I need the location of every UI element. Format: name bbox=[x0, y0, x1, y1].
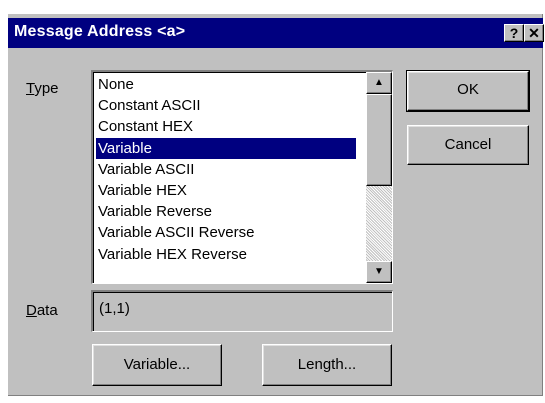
type-listbox[interactable]: None Constant ASCII Constant HEX Variable Va… bbox=[91, 70, 393, 284]
type-list-items: None Constant ASCII Constant HEX Variable Va… bbox=[96, 74, 356, 265]
type-list-item[interactable]: None bbox=[96, 74, 356, 95]
variable-button[interactable]: Variable... bbox=[92, 344, 222, 386]
data-label-rest: ata bbox=[36, 302, 58, 319]
dialog-title: Message Address <a> bbox=[14, 23, 186, 40]
arrow-up-icon: ▲ bbox=[374, 77, 384, 88]
type-label-rest: ype bbox=[34, 80, 59, 97]
arrow-down-icon: ▼ bbox=[374, 266, 384, 277]
list-scrollbar[interactable]: ▲ ▼ bbox=[366, 72, 392, 283]
type-list-item[interactable]: Constant HEX bbox=[96, 116, 356, 137]
data-field[interactable]: (1,1) bbox=[91, 290, 393, 332]
close-icon: ✕ bbox=[528, 25, 540, 41]
scroll-thumb[interactable] bbox=[366, 94, 392, 186]
cancel-button[interactable]: Cancel bbox=[407, 125, 529, 165]
help-icon: ? bbox=[509, 25, 519, 41]
title-bar[interactable]: Message Address <a> ? ✕ bbox=[8, 18, 544, 48]
type-list-item[interactable]: Variable ASCII bbox=[96, 159, 356, 180]
data-label-mnemonic: D bbox=[26, 302, 37, 319]
help-button[interactable]: ? bbox=[504, 24, 524, 42]
close-button[interactable]: ✕ bbox=[524, 24, 544, 42]
type-list-item[interactable]: Variable ASCII Reverse bbox=[96, 222, 356, 243]
type-list-item[interactable]: Variable bbox=[96, 137, 356, 159]
type-list-item[interactable]: Variable Reverse bbox=[96, 201, 356, 222]
type-list-item[interactable]: Variable HEX Reverse bbox=[96, 244, 356, 265]
scroll-up-button[interactable]: ▲ bbox=[366, 72, 392, 94]
ok-button[interactable]: OK bbox=[406, 70, 530, 112]
message-address-dialog: Message Address <a> ? ✕ Type None Constan… bbox=[8, 14, 544, 396]
data-label: Data bbox=[26, 302, 58, 319]
length-button[interactable]: Length... bbox=[262, 344, 392, 386]
type-label: Type bbox=[26, 80, 59, 97]
type-list-item[interactable]: Variable HEX bbox=[96, 180, 356, 201]
scroll-down-button[interactable]: ▼ bbox=[366, 261, 392, 283]
type-list-item[interactable]: Constant ASCII bbox=[96, 95, 356, 116]
